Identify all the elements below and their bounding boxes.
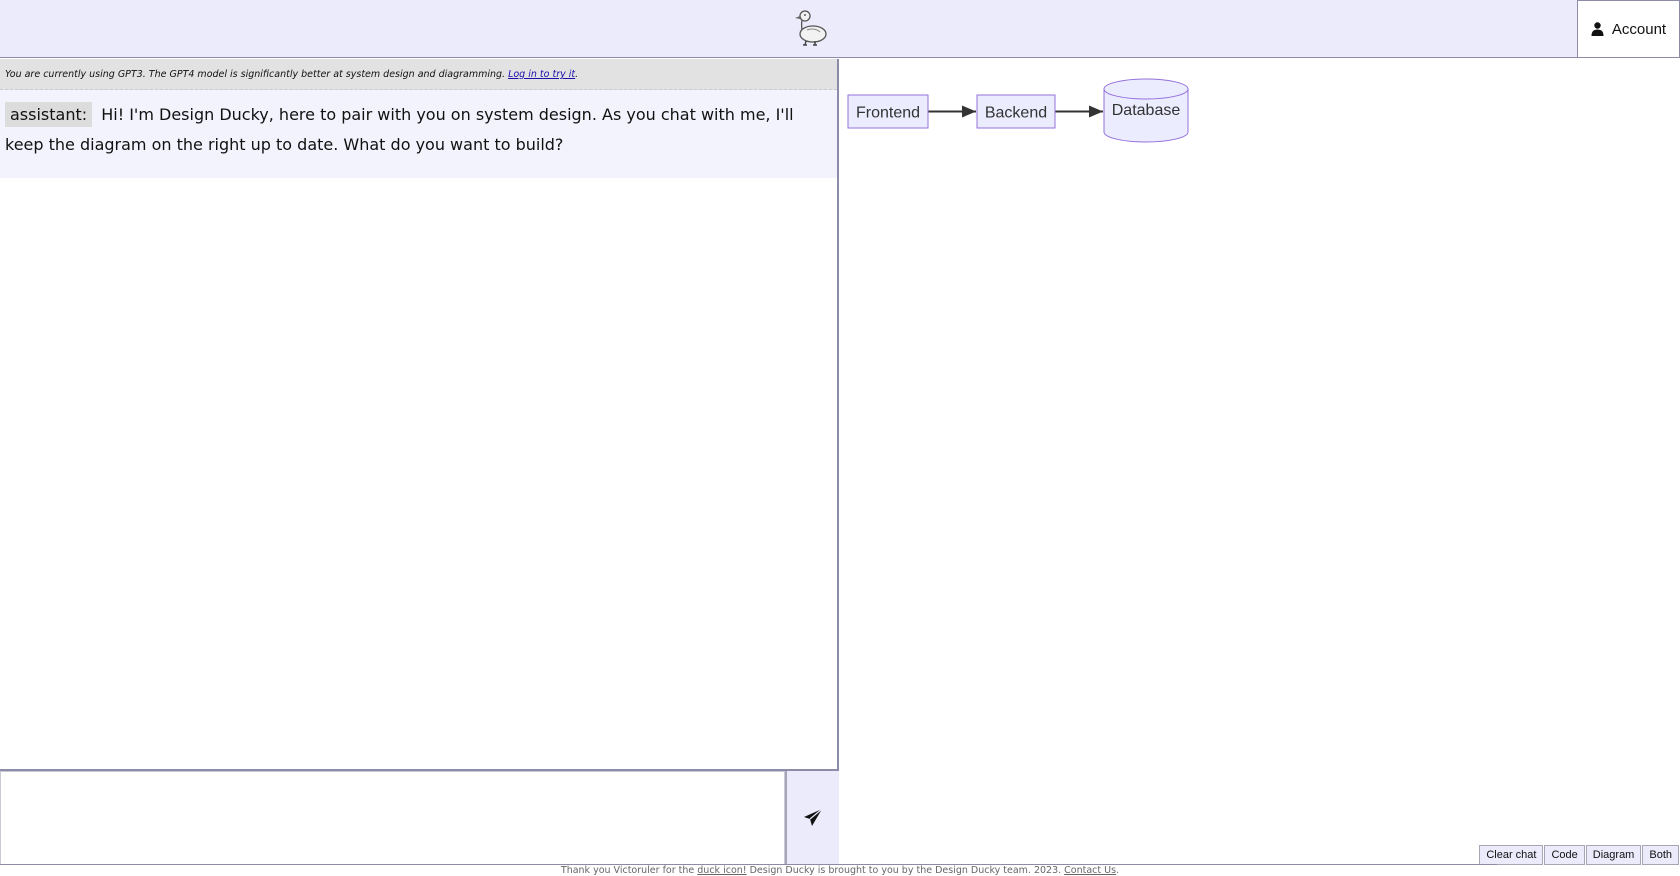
diagram-node-backend: Backend — [976, 94, 1056, 129]
node-label: Frontend — [856, 105, 920, 122]
system-diagram: Frontend Backend Database — [847, 78, 1189, 143]
user-icon — [1591, 22, 1604, 36]
chat-pane: You are currently using GPT3. The GPT4 m… — [0, 59, 839, 865]
message-input[interactable] — [0, 771, 785, 865]
duck-logo-icon — [795, 10, 827, 46]
message-role: assistant: — [5, 102, 93, 127]
top-header: Account — [0, 0, 1680, 58]
paper-plane-icon — [804, 808, 823, 826]
notice-text: You are currently using GPT3. The GPT4 m… — [5, 69, 509, 80]
footer: Thank you Victoruler for the duck icon! … — [0, 866, 1680, 876]
diagram-node-database: Database — [1103, 78, 1189, 143]
duck-icon-link[interactable]: duck icon! — [697, 865, 746, 876]
code-view-button[interactable]: Code — [1544, 845, 1585, 865]
contact-us-link[interactable]: Contact Us — [1064, 865, 1116, 876]
both-view-button[interactable]: Both — [1642, 845, 1679, 865]
footer-suffix: . — [1116, 865, 1120, 876]
notice-suffix: . — [575, 69, 579, 80]
diagram-view-button[interactable]: Diagram — [1585, 845, 1642, 865]
diagram-pane: Frontend Backend Database Clear chat Code … — [841, 59, 1680, 865]
node-label: Backend — [985, 105, 1047, 122]
clear-chat-button[interactable]: Clear chat — [1479, 845, 1544, 865]
model-notice: You are currently using GPT3. The GPT4 m… — [0, 59, 837, 90]
diagram-node-frontend: Frontend — [847, 94, 929, 129]
footer-text-middle: Design Ducky is brought to you by the De… — [746, 865, 1065, 876]
login-link[interactable]: Log in to try it — [508, 69, 575, 80]
view-buttons: Clear chat Code Diagram Both — [1479, 845, 1679, 865]
account-label: Account — [1611, 20, 1667, 38]
message-composer — [0, 769, 839, 865]
footer-text: Thank you Victoruler for the — [560, 865, 698, 876]
account-button[interactable]: Account — [1577, 0, 1680, 58]
node-label: Database — [1112, 102, 1181, 119]
chat-message: assistant: Hi! I'm Design Ducky, here to… — [0, 90, 837, 178]
message-text: Hi! I'm Design Ducky, here to pair with … — [5, 105, 794, 154]
send-button[interactable] — [785, 771, 839, 865]
